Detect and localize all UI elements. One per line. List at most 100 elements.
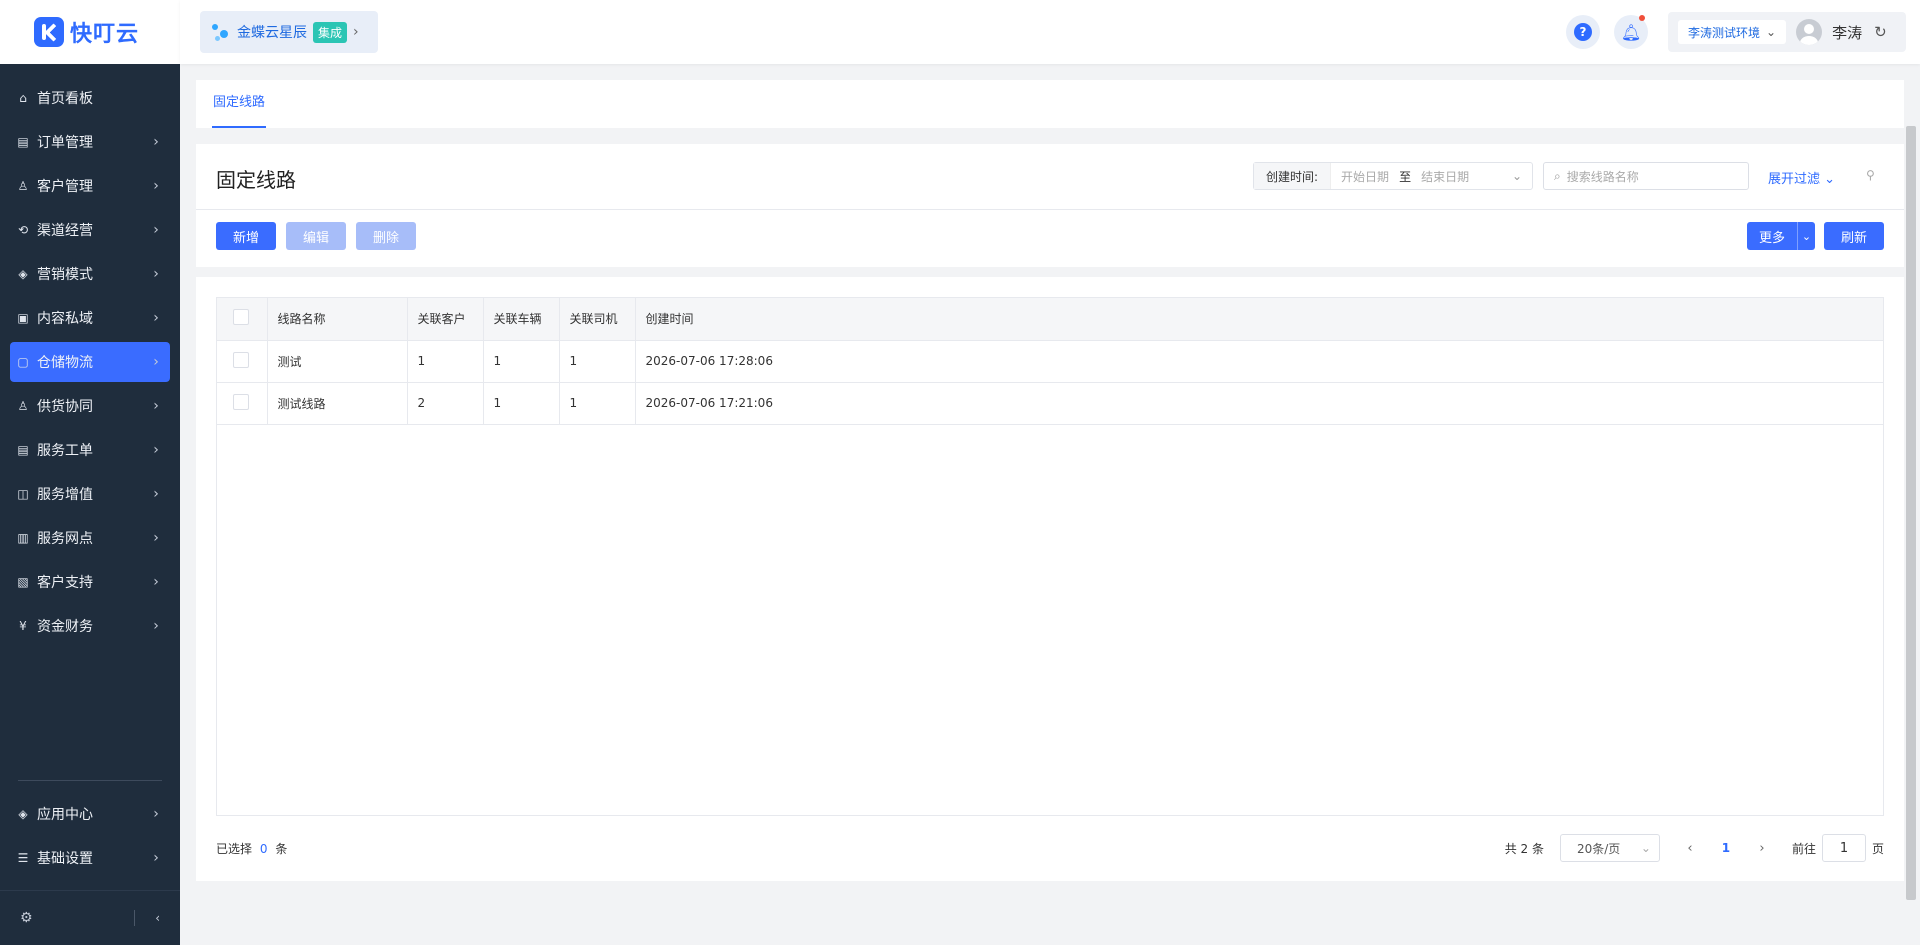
logo-icon: [34, 17, 64, 47]
column-header[interactable]: 关联司机: [559, 298, 636, 341]
sidebar-item[interactable]: ▣ 内容私域 ›: [10, 298, 170, 338]
search-icon: ⌕: [1554, 168, 1561, 183]
sidebar-item[interactable]: ¥ 资金财务 ›: [10, 606, 170, 646]
sidebar-item-label: 订单管理: [37, 135, 93, 151]
collapse-sidebar-icon[interactable]: ‹: [155, 911, 160, 925]
data-table: 线路名称 关联客户 关联车辆 关联司机 创建时间 测试 1 1 1 2026-0…: [216, 297, 1884, 816]
next-page-icon[interactable]: ›: [1752, 841, 1772, 856]
goto-suffix: 页: [1871, 841, 1884, 856]
sidebar-item[interactable]: ◈ 应用中心 ›: [10, 794, 170, 834]
expand-filter-button[interactable]: 展开过滤 ⌄: [1768, 168, 1835, 187]
sidebar-item[interactable]: ▧ 客户支持 ›: [10, 562, 170, 602]
date-range-picker[interactable]: 创建时间: 开始日期 至 结束日期 ⌄: [1253, 162, 1533, 190]
sidebar-item-label: 仓储物流: [37, 355, 93, 371]
ticket-icon: ▤: [17, 443, 29, 457]
notification-badge: [1639, 15, 1645, 21]
sidebar-item[interactable]: ☰ 基础设置 ›: [10, 838, 170, 878]
sidebar-item[interactable]: ▢ 仓储物流 ›: [10, 342, 170, 382]
more-button[interactable]: 更多 ⌄: [1747, 222, 1815, 250]
more-label: 更多: [1759, 230, 1786, 246]
sidebar-item[interactable]: ▥ 服务网点 ›: [10, 518, 170, 558]
start-date-input[interactable]: 开始日期: [1331, 168, 1399, 185]
chevron-right-icon: ›: [153, 266, 159, 282]
add-button[interactable]: 新增: [216, 222, 276, 250]
sidebar-item[interactable]: ♙ 供货协同 ›: [10, 386, 170, 426]
sidebar-item-label: 基础设置: [37, 851, 93, 867]
column-header[interactable]: 关联车辆: [483, 298, 560, 341]
settings-icon[interactable]: ⚙: [20, 910, 134, 926]
total-count: 共 2 条: [1504, 841, 1544, 856]
pin-icon[interactable]: ⚲: [1866, 168, 1875, 182]
tag-icon: ◈: [18, 267, 28, 281]
select-all-cell: [217, 298, 268, 341]
user-area: 李涛测试环境 ⌄ 李涛 ↻: [1668, 12, 1906, 52]
sidebar-item[interactable]: ◫ 服务增值 ›: [10, 474, 170, 514]
route-name-cell[interactable]: 测试线路: [267, 382, 408, 425]
page-number[interactable]: 1: [1714, 841, 1738, 855]
table-row[interactable]: 测试 1 1 1 2026-07-06 17:28:06: [217, 340, 1883, 383]
user-name[interactable]: 李涛: [1832, 22, 1862, 43]
tab-fixed-route[interactable]: 固定线路: [212, 80, 267, 128]
sidebar-item[interactable]: ♙ 客户管理 ›: [10, 166, 170, 206]
chevron-right-icon: ›: [153, 178, 159, 194]
page-title: 固定线路: [216, 168, 296, 192]
table-row[interactable]: 测试线路 2 1 1 2026-07-06 17:21:06: [217, 382, 1883, 425]
column-header[interactable]: 线路名称: [267, 298, 408, 341]
end-date-input[interactable]: 结束日期: [1411, 168, 1479, 185]
refresh-icon[interactable]: ↻: [1874, 23, 1887, 41]
sidebar-item-label: 客户管理: [37, 179, 93, 195]
sidebar-item[interactable]: ◈ 营销模式 ›: [10, 254, 170, 294]
home-icon: ⌂: [19, 91, 27, 105]
date-range-label: 创建时间:: [1254, 163, 1332, 189]
select-all-checkbox[interactable]: [233, 309, 249, 326]
warehouse-icon: ▢: [17, 355, 29, 369]
page-scrollbar[interactable]: [1906, 126, 1916, 900]
created-time-cell: 2026-07-06 17:21:06: [635, 382, 1883, 425]
page-size-select[interactable]: 20条/页 ⌄: [1559, 834, 1660, 862]
logo[interactable]: 快叮云: [0, 0, 180, 64]
sidebar-item-label: 资金财务: [37, 619, 93, 635]
sidebar-item[interactable]: ⌂ 首页看板: [10, 78, 170, 118]
selected-prefix: 已选择: [216, 841, 253, 856]
goto-page-input[interactable]: 1: [1821, 834, 1866, 862]
main-card: 固定线路 创建时间: 开始日期 至 结束日期 ⌄ ⌕ 搜索线路名称 展开过滤 ⌄…: [196, 144, 1904, 881]
action-toolbar: 新增 编辑 删除 更多 ⌄ 刷新: [196, 210, 1904, 267]
chevron-right-icon: ›: [153, 618, 159, 634]
route-name-cell[interactable]: 测试: [267, 340, 408, 383]
pagination: 共 2 条 20条/页 ⌄ ‹ 1 › 前往 1 页: [1505, 834, 1884, 862]
notification-button[interactable]: 🔔︎: [1614, 15, 1648, 49]
search-input[interactable]: ⌕ 搜索线路名称: [1543, 162, 1749, 190]
sidebar-divider: [18, 780, 162, 781]
refresh-button[interactable]: 刷新: [1824, 222, 1884, 250]
sidebar-item-label: 应用中心: [37, 807, 93, 823]
edit-button[interactable]: 编辑: [286, 222, 346, 250]
delete-button[interactable]: 删除: [356, 222, 416, 250]
linked-customers-cell: 2: [407, 382, 484, 425]
brand-tag: 集成: [313, 21, 348, 43]
row-checkbox[interactable]: [233, 393, 249, 410]
row-select-cell: [217, 340, 268, 383]
column-header[interactable]: 关联客户: [407, 298, 484, 341]
sidebar-item-label: 内容私域: [37, 311, 93, 327]
sidebar-item[interactable]: ▤ 服务工单 ›: [10, 430, 170, 470]
column-header[interactable]: 创建时间: [635, 298, 1883, 341]
chevron-down-icon[interactable]: ⌄: [1797, 222, 1815, 250]
sidebar-item[interactable]: ⟲ 渠道经营 ›: [10, 210, 170, 250]
chevron-down-icon: ⌄: [1640, 841, 1651, 855]
prev-page-icon[interactable]: ‹: [1680, 841, 1700, 856]
supplier-icon: ♙: [17, 399, 29, 413]
table-footer: 已选择 0 条 共 2 条 20条/页 ⌄ ‹ 1 › 前往 1 页: [216, 832, 1884, 864]
environment-select[interactable]: 李涛测试环境 ⌄: [1678, 20, 1787, 44]
sidebar-item[interactable]: ▤ 订单管理 ›: [10, 122, 170, 162]
brand-name: 金蝶云星辰: [237, 25, 307, 41]
store-icon: ▥: [17, 531, 29, 545]
help-button[interactable]: ?: [1566, 15, 1600, 49]
avatar[interactable]: [1796, 19, 1823, 45]
integration-brand-chip[interactable]: 金蝶云星辰 集成 ›: [200, 11, 378, 53]
sidebar-item-label: 客户支持: [37, 575, 93, 591]
row-checkbox[interactable]: [233, 351, 249, 368]
search-placeholder: 搜索线路名称: [1566, 169, 1639, 184]
table-section: 线路名称 关联客户 关联车辆 关联司机 创建时间 测试 1 1 1 2026-0…: [196, 277, 1904, 881]
chevron-down-icon: ⌄: [1766, 25, 1777, 39]
linked-vehicles-cell: 1: [483, 340, 560, 383]
